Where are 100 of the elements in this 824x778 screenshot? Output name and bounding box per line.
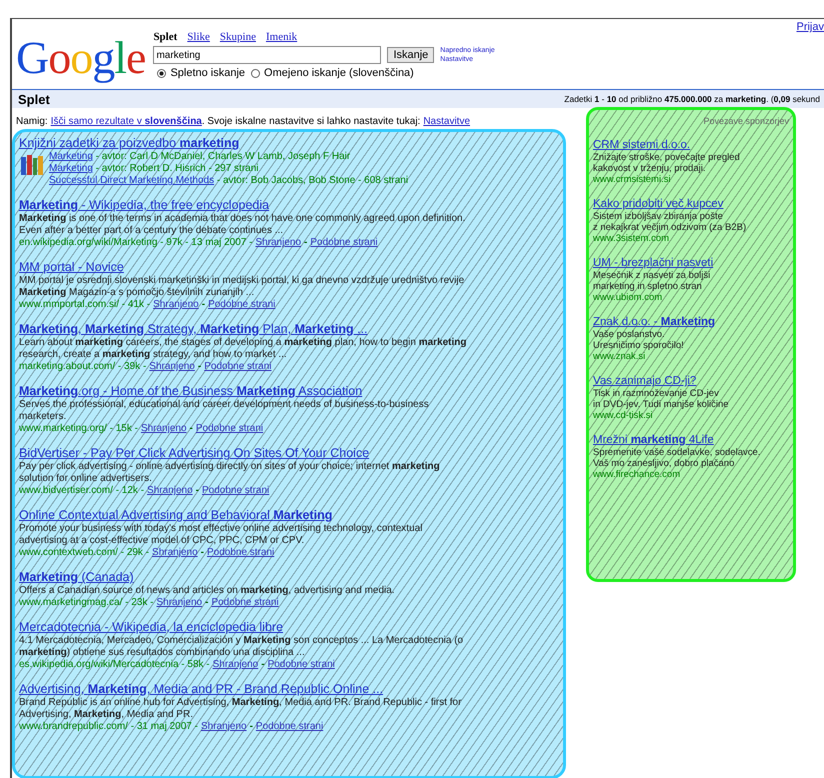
ad-title[interactable]: UM - brezplačni nasveti <box>593 256 714 270</box>
radio-button[interactable] <box>157 68 166 78</box>
ad-title[interactable]: Vas zanimajo CD-ji? <box>593 374 696 388</box>
similar-link[interactable]: Podobne strani <box>256 721 324 733</box>
ad-title[interactable]: CRM sistemi d.o.o. <box>593 138 690 152</box>
cache-link[interactable]: Shranjeno <box>152 547 198 559</box>
ad-text: Tisk in razmnoževanje CD-jev <box>593 388 720 399</box>
similar-link[interactable]: Podobne strani <box>202 485 270 497</box>
result-title[interactable]: Marketing (Canada) <box>19 570 134 585</box>
result-url: es.wikipedia.org/wiki/Mercadotecnia - 58k - <box>19 659 210 671</box>
separator: - <box>190 423 193 435</box>
result-title[interactable]: Mercadotecnia - Wikipedia, la enciclopedia libre <box>19 620 284 635</box>
ad-url: www.cd-tisk.si <box>593 410 654 421</box>
cache-link[interactable]: Shranjeno <box>153 299 199 311</box>
book-meta: - avtor: Carl D McDaniel, Charles W Lamb, Joseph F Hair <box>94 151 350 163</box>
result-url: www.marketing.org/ - 15k - <box>19 423 138 435</box>
book-link[interactable]: Marketing <box>49 151 93 163</box>
logo: Google <box>16 35 146 81</box>
ad-text: Uresničimo sporočilo! <box>593 340 685 351</box>
result-title[interactable]: MM portal - Novice <box>19 260 124 275</box>
result-url: www.brandrepublic.com/ - 31 maj 2007 - <box>19 721 198 733</box>
separator: - <box>198 361 202 373</box>
result-title[interactable]: Online Contextual Advertising and Behavioral Marketing <box>19 508 332 523</box>
result-title[interactable]: Advertising, Marketing, Media and PR - Brand Republic Online ... <box>19 682 384 697</box>
login-link[interactable]: Prijav <box>796 21 824 33</box>
separator: - <box>250 721 253 733</box>
search-tab[interactable]: Imenik <box>266 31 298 43</box>
language-link[interactable]: Išči samo rezultate v slovenščina <box>50 116 202 127</box>
section-title: Splet <box>18 92 50 106</box>
cache-link[interactable]: Shranjeno <box>255 237 302 249</box>
ad-text: Vaš mo zanesljivo, dobro plačano <box>593 458 736 469</box>
ad-url: www.znak.si <box>593 351 646 362</box>
ad-text: Sistem izboljšav zbiranja pošte <box>593 211 724 222</box>
separator: - <box>304 237 308 249</box>
result-title[interactable]: BidVertiser - Pay Per Click Advertising On Sites Of Your Choice <box>19 446 370 461</box>
separator: - <box>202 299 206 311</box>
cache-link[interactable]: Shranjeno <box>149 361 195 373</box>
result-url: www.marketingmag.ca/ - 23k - <box>19 597 154 609</box>
cache-link[interactable]: Shranjeno <box>147 485 193 497</box>
ad-text: marketing in spletno stran <box>593 281 703 292</box>
radio-label: Omejeno iskanje (slovenščina) <box>264 67 414 79</box>
result-url: www.contextweb.com/ - 29k - <box>19 547 150 559</box>
similar-link[interactable]: Podobne strani <box>208 299 276 311</box>
radio-label: Spletno iskanje <box>170 67 246 79</box>
similar-link[interactable]: Podobne strani <box>196 423 264 435</box>
similar-link[interactable]: Podobne strani <box>211 597 279 609</box>
cache-link[interactable]: Shranjeno <box>140 423 187 435</box>
ad-text: Vaše poslanstvo. <box>593 329 666 340</box>
settings-link[interactable]: Nastavitve <box>423 116 470 127</box>
result-url: en.wikipedia.org/wiki/Marketing - 97k - 13 maj 2007 - <box>19 237 252 249</box>
hint-text: . Svoje iskalne nastavitve si lahko nastavite tukaj: <box>202 116 420 127</box>
cache-link[interactable]: Shranjeno <box>200 721 247 733</box>
separator: - <box>196 485 199 497</box>
separator: - <box>261 659 265 671</box>
result-snippet: 4.1 Mercadotecnia, Mercadeo, Comercialización y Marketing son conceptos ... La Mercadotecnia (o marketing) obtiene sus resultados combinando una disciplina ... <box>19 635 464 659</box>
separator: - <box>205 597 208 609</box>
ad-text: Mesečnik z nasveti za boljši <box>593 270 712 281</box>
result-title[interactable]: Knjižni zadetki za poizvedbo marketing <box>19 136 240 151</box>
result-snippet: Brand Republic is an online hub for Advertising, Marketing, Media and PR. Brand Republic - first for Advertising, Marketing, Media and PR. <box>19 697 462 721</box>
result-url: www.bidvertiser.com/ - 12k - <box>19 485 144 497</box>
ad-title[interactable]: Mrežni marketing 4Life <box>593 433 714 447</box>
ad-url: www.ubiom.com <box>593 292 664 303</box>
ad-url: www.crmsistemi.si <box>593 174 672 185</box>
ad-url: www.firechance.com <box>593 469 682 480</box>
result-title[interactable]: Marketing.org - Home of the Business Marketing Association <box>19 384 362 399</box>
ad-title[interactable]: Znak d.o.o. - Marketing <box>593 315 716 329</box>
result-title[interactable]: Marketing - Wikipedia, the free encyclopedia <box>19 198 270 213</box>
book-meta: - avtor: Bob Jacobs, Bob Stone - 608 strani <box>216 175 408 187</box>
result-title[interactable]: Marketing, Marketing Strategy, Marketing Plan, Marketing ... <box>19 322 368 337</box>
result-snippet: Promote your business with today's most effective online advertising technology, contextual advertising at a cost-effective model of CPC, PPC, CPM or CPV. <box>19 523 424 547</box>
ad-text: in DVD-jev. Tudi manjše količine <box>593 399 730 410</box>
separator: - <box>200 547 204 559</box>
similar-link[interactable]: Podobne strani <box>310 237 378 249</box>
results-stats: Zadetki 1 - 10 od približno 475.000.000 za marketing. (0,09 sekund <box>564 94 820 104</box>
radio-button[interactable] <box>251 68 260 78</box>
result-snippet: Offers a Canadian source of news and articles on marketing, advertising and media. <box>19 585 396 597</box>
similar-link[interactable]: Podobne strani <box>268 659 335 671</box>
search-tab[interactable]: Splet <box>153 31 178 43</box>
cache-link[interactable]: Shranjeno <box>156 597 202 609</box>
result-snippet: Marketing is one of the terms in academia that does not have one commonly agreed upon definition. Even after a better part of a century the debate continues ... <box>19 213 466 237</box>
cache-link[interactable]: Shranjeno <box>212 659 258 671</box>
search-field[interactable]: marketing <box>153 46 382 64</box>
result-url: www.mmportal.com.si/ - 41k - <box>19 299 150 311</box>
hint-label: Namig: <box>16 116 48 127</box>
ad-title[interactable]: Kako pridobiti več kupcev <box>593 197 724 211</box>
ad-text: Spremenite vaše sodelavke, sodelavce. <box>593 447 762 458</box>
search-button[interactable]: Iskanje <box>387 47 434 63</box>
result-snippet: MM portal je osrednji slovenski marketinški in medijski portal, ki ga dnevno vzdržuje uredništvo revije Marketing Magazin-a s pomočjo številnih zunanjih ... <box>19 275 466 299</box>
result-snippet: Serves the professional, educational and career development needs of business-to-business marketers. <box>19 399 430 423</box>
book-link[interactable]: Marketing <box>49 163 93 175</box>
search-tab[interactable]: Slike <box>187 31 210 43</box>
search-tab[interactable]: Skupine <box>220 31 256 43</box>
similar-link[interactable]: Podobne strani <box>206 547 274 559</box>
similar-link[interactable]: Podobne strani <box>204 361 272 373</box>
ads-heading: Povezave sponzorjev <box>702 116 789 126</box>
ad-text: kakovost v trženju, prodaji. <box>593 163 706 174</box>
ad-text: z nekajkrat večjim odzivom (za B2B) <box>593 222 748 233</box>
ad-url: www.3sistem.com <box>593 233 670 244</box>
book-link[interactable]: Successful Direct Marketing Methods <box>49 175 214 187</box>
book-meta: - avtor: Robert D. Hisrich - 297 strani <box>94 163 259 175</box>
